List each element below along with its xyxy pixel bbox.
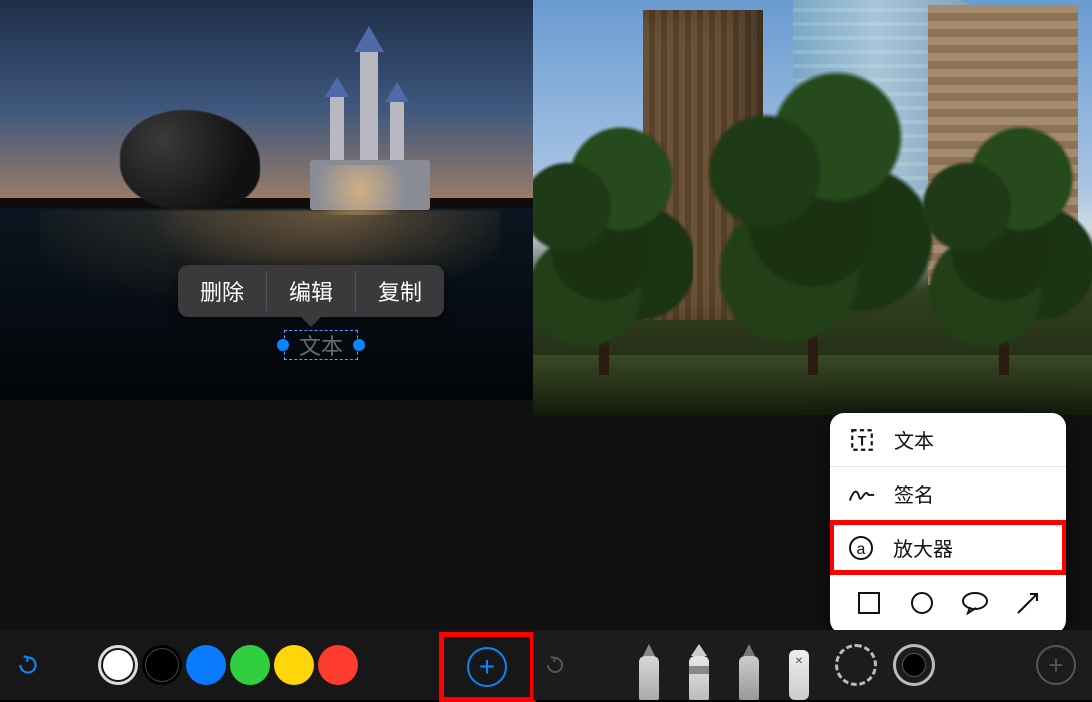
menu-item-label: 签名 (894, 479, 934, 508)
context-menu: 删除 编辑 复制 (178, 265, 444, 317)
add-button[interactable]: + (467, 647, 507, 687)
current-color-icon (902, 653, 926, 677)
context-edit[interactable]: 编辑 (267, 265, 355, 317)
sky (0, 0, 533, 200)
resize-handle-right[interactable] (353, 339, 365, 351)
shape-arrow[interactable] (1013, 588, 1043, 618)
eraser-icon (789, 650, 809, 700)
shape-circle[interactable] (907, 588, 937, 618)
photo-canvas-left[interactable]: 文本 删除 编辑 复制 (0, 0, 533, 400)
add-menu: T 文本 签名 a 放大器 (830, 413, 1066, 634)
tree (693, 35, 933, 375)
color-white[interactable] (98, 645, 138, 685)
color-palette (98, 645, 358, 685)
svg-text:a: a (857, 541, 866, 558)
tree (533, 95, 693, 375)
rectangle-icon (856, 590, 882, 616)
tool-eraser[interactable] (779, 644, 819, 700)
tool-marker[interactable] (679, 644, 719, 700)
menu-item-label: 文本 (894, 425, 934, 454)
horizon (0, 198, 533, 208)
undo-icon (543, 653, 567, 677)
shape-rectangle[interactable] (854, 588, 884, 618)
context-delete[interactable]: 删除 (178, 265, 266, 317)
text-annotation-label: 文本 (299, 329, 343, 361)
magnifier-icon: a (847, 534, 875, 562)
tool-lasso[interactable] (835, 644, 877, 686)
circle-icon (909, 590, 935, 616)
tool-pen[interactable] (629, 644, 669, 700)
left-toolbar: + (0, 630, 533, 700)
add-button[interactable]: + (1036, 645, 1076, 685)
undo-button[interactable] (543, 653, 579, 677)
color-black[interactable] (142, 645, 182, 685)
menu-item-text[interactable]: T 文本 (830, 413, 1066, 467)
context-copy[interactable]: 复制 (356, 265, 444, 317)
resize-handle-left[interactable] (277, 339, 289, 351)
shape-speech-bubble[interactable] (960, 588, 990, 618)
text-annotation[interactable]: 文本 (284, 330, 358, 360)
text-icon: T (848, 426, 876, 454)
add-button-highlight: + (439, 632, 535, 702)
left-pane: 文本 删除 编辑 复制 + (0, 0, 533, 700)
right-pane: T 文本 签名 a 放大器 (533, 0, 1092, 700)
signature-icon (848, 480, 876, 508)
svg-text:T: T (858, 432, 867, 448)
photo-canvas-right[interactable] (533, 0, 1092, 415)
color-picker[interactable] (893, 644, 935, 686)
pencil-icon (743, 644, 755, 656)
right-toolbar: + (533, 630, 1092, 700)
arrow-icon (1014, 589, 1042, 617)
menu-item-magnifier[interactable]: a 放大器 (830, 520, 1066, 575)
color-blue[interactable] (186, 645, 226, 685)
tree (913, 95, 1092, 375)
light-glow (300, 165, 420, 215)
color-yellow[interactable] (274, 645, 314, 685)
marker-icon (691, 644, 707, 656)
shape-row (830, 574, 1066, 634)
undo-button[interactable] (8, 645, 48, 685)
speech-bubble-icon (960, 590, 990, 616)
pen-icon (643, 644, 655, 656)
undo-icon (15, 652, 41, 678)
menu-item-signature[interactable]: 签名 (830, 467, 1066, 521)
plus-icon: + (479, 651, 495, 683)
menu-item-label: 放大器 (893, 533, 953, 562)
color-green[interactable] (230, 645, 270, 685)
color-red[interactable] (318, 645, 358, 685)
plus-icon: + (1048, 650, 1063, 681)
tool-pencil[interactable] (729, 644, 769, 700)
